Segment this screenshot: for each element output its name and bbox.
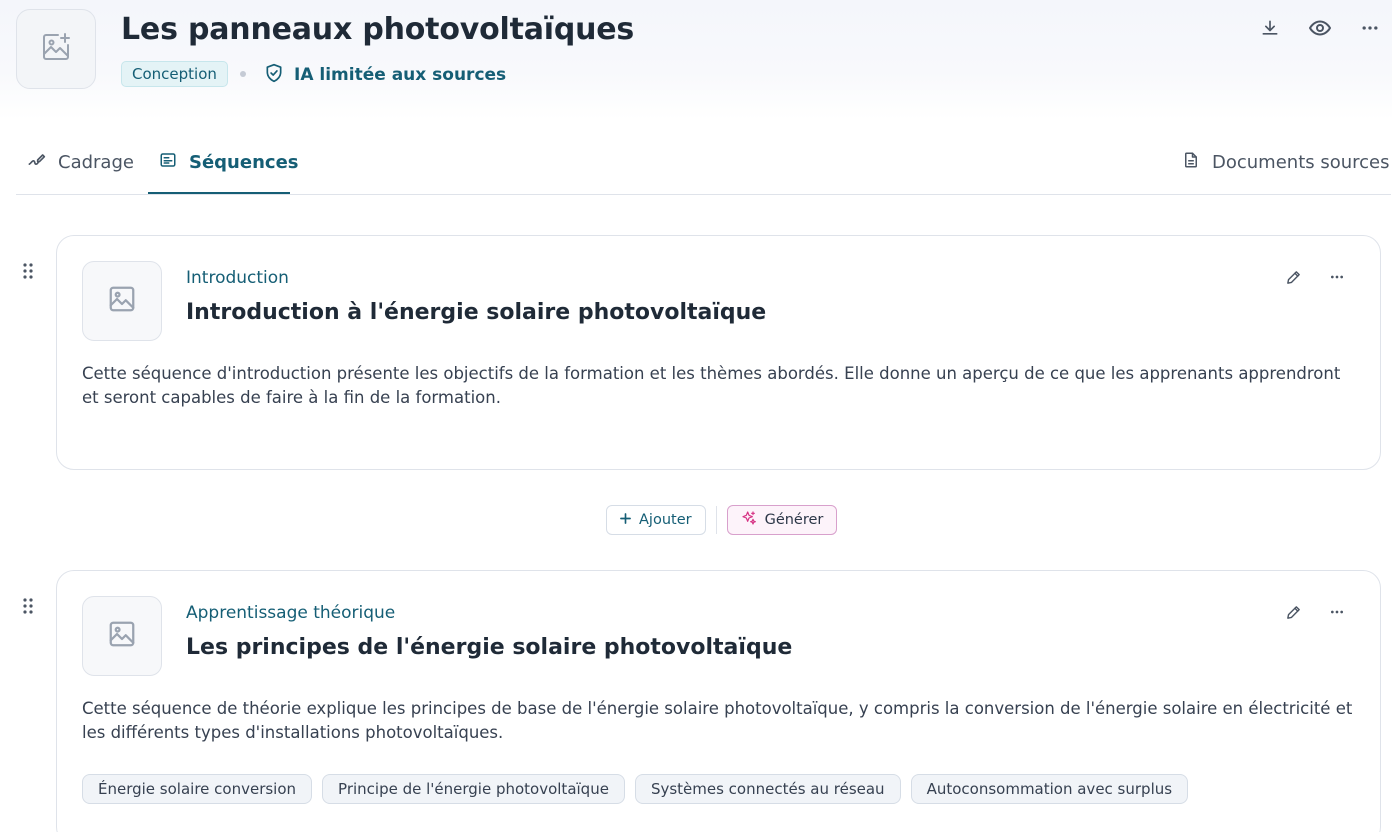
ai-mode-indicator[interactable]: IA limitée aux sources xyxy=(264,62,506,88)
tab-cadrage[interactable]: Cadrage xyxy=(26,130,134,194)
cover-image-placeholder[interactable] xyxy=(16,9,96,89)
status-badge: Conception xyxy=(121,61,228,87)
edit-sequence-button[interactable] xyxy=(1280,266,1306,292)
generate-label: Générer xyxy=(764,512,824,528)
sequence-more-button[interactable] xyxy=(1324,601,1350,627)
document-icon xyxy=(1182,151,1200,174)
image-icon xyxy=(107,619,137,653)
drag-handle[interactable] xyxy=(20,263,36,283)
more-icon xyxy=(1329,269,1345,289)
sequence-title: Les principes de l'énergie solaire photo… xyxy=(186,635,793,660)
tab-documents-sources[interactable]: Documents sources xyxy=(1182,130,1390,194)
pencil-icon xyxy=(1285,604,1302,625)
tab-sequences[interactable]: Séquences xyxy=(159,130,299,194)
active-tab-indicator xyxy=(148,192,290,194)
tag-list: Énergie solaire conversion Principe de l… xyxy=(82,774,1189,804)
add-sequence-button[interactable]: Ajouter xyxy=(606,505,706,535)
tag-chip[interactable]: Énergie solaire conversion xyxy=(82,774,313,804)
tab-bar: Cadrage Séquences Documents sources xyxy=(16,130,1391,195)
sequence-image-placeholder[interactable] xyxy=(82,261,162,341)
page-title: Les panneaux photovoltaïques xyxy=(121,12,635,47)
drag-dots-icon xyxy=(22,597,34,619)
tab-sequences-label: Séquences xyxy=(189,151,299,173)
tag-chip[interactable]: Principe de l'énergie photovoltaïque xyxy=(322,774,625,804)
edit-sequence-button[interactable] xyxy=(1280,601,1306,627)
ai-mode-label: IA limitée aux sources xyxy=(294,65,507,85)
sequence-image-placeholder[interactable] xyxy=(82,596,162,676)
image-icon xyxy=(107,284,137,318)
link-pencil-icon xyxy=(26,150,46,175)
shield-check-icon xyxy=(264,63,284,88)
sequence-description: Cette séquence d'introduction présente l… xyxy=(82,364,1341,407)
separator-dot xyxy=(240,71,246,77)
download-button[interactable] xyxy=(1256,16,1284,44)
more-icon xyxy=(1360,18,1380,42)
tag-chip[interactable]: Autoconsommation avec surplus xyxy=(910,774,1189,804)
add-image-icon xyxy=(40,31,72,67)
eye-icon xyxy=(1308,16,1332,44)
sequence-type: Introduction xyxy=(186,268,289,288)
more-icon xyxy=(1329,604,1345,624)
insert-actions-separator xyxy=(715,506,717,534)
tab-cadrage-label: Cadrage xyxy=(58,151,134,173)
insert-actions: Ajouter Générer xyxy=(606,505,838,535)
more-options-button[interactable] xyxy=(1356,16,1384,44)
add-label: Ajouter xyxy=(639,512,692,528)
download-icon xyxy=(1260,18,1280,42)
sequence-card[interactable]: Apprentissage théorique Les principes de… xyxy=(56,570,1381,832)
drag-handle[interactable] xyxy=(20,598,36,618)
sparkles-icon xyxy=(741,510,757,530)
generate-sequence-button[interactable]: Générer xyxy=(726,505,838,535)
drag-dots-icon xyxy=(22,262,34,284)
tag-chip[interactable]: Systèmes connectés au réseau xyxy=(634,774,901,804)
pencil-icon xyxy=(1285,269,1302,290)
tab-documents-sources-label: Documents sources xyxy=(1212,151,1390,173)
sequence-description: Cette séquence de théorie explique les p… xyxy=(82,699,1353,742)
sequence-more-button[interactable] xyxy=(1324,266,1350,292)
list-icon xyxy=(159,151,177,174)
preview-button[interactable] xyxy=(1306,16,1334,44)
plus-icon xyxy=(620,512,631,528)
sequence-card[interactable]: Introduction Introduction à l'énergie so… xyxy=(56,235,1381,470)
sequence-title: Introduction à l'énergie solaire photovo… xyxy=(186,300,767,325)
sequence-type: Apprentissage théorique xyxy=(186,603,396,623)
